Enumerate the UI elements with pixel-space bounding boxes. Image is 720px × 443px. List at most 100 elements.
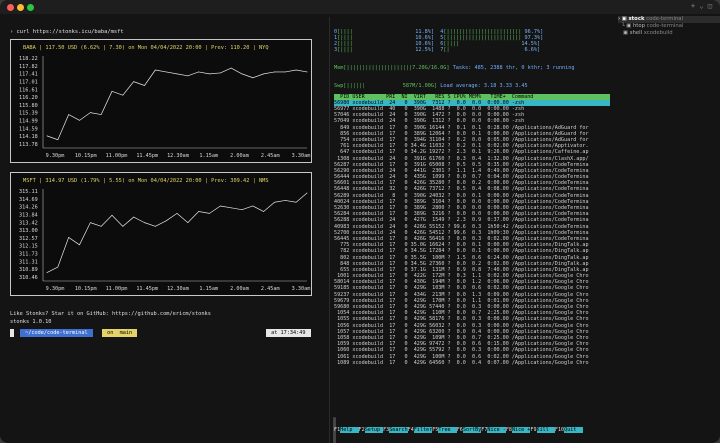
price-point — [230, 207, 232, 209]
fkey-label[interactable]: Nice + — [511, 427, 531, 433]
price-point — [57, 266, 59, 268]
price-point — [68, 114, 70, 115]
price-point — [165, 71, 167, 73]
price-point — [187, 75, 189, 77]
price-line-segment — [187, 71, 199, 77]
process-row[interactable]: 849 xcodebuild 17 0 390G 16144 ? 0.1 0.1… — [334, 125, 610, 131]
fkey-label[interactable]: Nice - — [487, 427, 506, 433]
price-line-segment — [155, 220, 167, 227]
price-line-segment — [122, 81, 134, 96]
y-tick-label: 113.78 — [19, 142, 38, 148]
price-point — [133, 216, 135, 218]
process-row[interactable]: 1308 xcodebuild 24 0 391G 61760 ? 0.3 0.… — [334, 156, 610, 162]
process-row[interactable]: 59185 xcodebuild 17 0 429G 103M ? 0.0 0.… — [334, 285, 610, 291]
close-window-button[interactable] — [7, 4, 14, 11]
y-tick-label: 117.01 — [19, 79, 38, 85]
shell-prompt: ~/code/code-terminal on main at 17:34:49 — [10, 329, 326, 337]
x-tick-label: 1.15am — [199, 153, 218, 159]
price-point — [187, 222, 189, 224]
stonks-pane[interactable]: › curl https://stonks.icu/baba/msft BABA… — [10, 17, 336, 443]
x-tick-label: 3.30am — [292, 153, 311, 159]
fkey-f10[interactable]: F10 — [555, 427, 564, 433]
price-point — [89, 222, 91, 224]
process-row[interactable]: 1060 xcodebuild 17 0 429G 55792 ? 0.0 0.… — [334, 347, 610, 353]
y-tick-label: 311.31 — [19, 259, 38, 265]
y-tick-label: 115.80 — [19, 103, 38, 109]
process-row[interactable]: 647 xcodebuild 17 0 34.2G 19272 ? 2.3 0.… — [334, 149, 610, 155]
apple-icon — [10, 329, 14, 337]
process-row[interactable]: 1089 xcodebuild 17 0 429G 64560 ? 0.0 0.… — [334, 360, 610, 366]
fkey-label[interactable]: Quit — [564, 427, 583, 433]
title-bar: + ⌄ ◫ — [0, 0, 720, 14]
price-line-segment — [187, 211, 199, 223]
fkey-label[interactable]: Help — [340, 427, 359, 433]
fkey-label[interactable]: SortBy — [462, 427, 482, 433]
price-line-segment — [111, 214, 124, 227]
y-tick-label: 311.73 — [19, 252, 38, 258]
price-point — [176, 73, 178, 75]
price-line-segment — [176, 213, 189, 223]
process-row[interactable]: 56448 xcodebuild 32 0 426G 73712 ? 0.5 0… — [334, 186, 610, 192]
price-point — [219, 205, 221, 207]
fkey-label[interactable]: Kill — [536, 427, 555, 433]
price-line-segment — [166, 71, 178, 75]
session-sub: code-terminal — [646, 23, 684, 29]
fkey-label[interactable]: Filter — [413, 427, 433, 433]
price-line-segment — [144, 222, 156, 227]
process-row[interactable]: 56287 xcodebuild 17 0 391G 65008 ? 0.5 0… — [334, 162, 610, 168]
process-list[interactable]: 56977 xcodebuild 40 0 390G 1488 ? 0.0 0.… — [334, 106, 610, 366]
price-point — [219, 72, 221, 74]
curl-command: › curl https://stonks.icu/baba/msft — [10, 29, 124, 35]
fkey-label[interactable]: Setup — [364, 427, 384, 433]
zoom-window-button[interactable] — [27, 4, 34, 11]
x-tick-label: 2.00am — [230, 153, 249, 159]
price-line-segment — [79, 222, 91, 245]
process-row[interactable]: 802 xcodebuild 17 0 35.5G 100M ? 1.5 0.6… — [334, 255, 610, 261]
price-line-segment — [79, 112, 91, 121]
fkey-f9[interactable]: F9 — [530, 427, 536, 433]
price-point — [122, 94, 124, 96]
fkey-f4[interactable]: F4 — [408, 427, 414, 433]
fkey-label[interactable]: Tree — [438, 427, 457, 433]
price-point — [144, 85, 145, 86]
price-point — [241, 209, 243, 211]
x-tick-label: 2.00am — [230, 286, 249, 292]
prompt-path: ~/code/code-terminal — [20, 329, 93, 337]
swp-bar: Swp[|||||| 587M/1.00G] — [334, 83, 438, 89]
price-point — [263, 211, 265, 212]
price-point — [79, 119, 80, 121]
price-line-segment — [155, 69, 167, 73]
y-tick-label: 114.18 — [19, 134, 38, 140]
process-row[interactable]: 1056 xcodebuild 17 0 429G 56032 ? 0.0 0.… — [334, 323, 610, 329]
prompt-time: at 17:34:49 — [266, 329, 311, 337]
fkey-label[interactable]: Search — [389, 427, 408, 433]
price-point — [68, 237, 70, 238]
price-point — [122, 225, 124, 227]
fkey-f6[interactable]: F6 — [457, 427, 463, 433]
fkey-f2[interactable]: F2 — [359, 427, 365, 433]
process-row[interactable]: 59237 xcodebuild 17 0 434G 213M ? 0.0 1.… — [334, 292, 610, 298]
process-row[interactable]: 782 xcodebuild 17 0 34.5G 17284 ? 0.0 0.… — [334, 248, 610, 254]
htop-pane[interactable]: 0[|||| 11.8%] 4[||||||||||||||||||||||||… — [334, 17, 610, 443]
minimize-window-button[interactable] — [17, 4, 24, 11]
x-tick-label: 10.15pm — [75, 153, 97, 159]
process-row[interactable]: 848 xcodebuild 17 0 34.5G 27360 ? 0.0 0.… — [334, 261, 610, 267]
pane-divider[interactable] — [329, 17, 330, 443]
price-line-segment — [46, 266, 58, 273]
price-line-segment — [231, 207, 243, 211]
process-row[interactable]: 56289 xcodebuild 8 0 390G 24032 ? 0.0 0.… — [334, 193, 610, 199]
session-sub: code-terminal — [646, 16, 683, 22]
process-row[interactable]: 40983 xcodebuild 24 0 426G 55152 ? 99.6 … — [334, 224, 610, 230]
process-row[interactable]: 56288 xcodebuild 24 0 427G 1549 ? 2.3 0.… — [334, 217, 610, 223]
process-row[interactable]: 1055 xcodebuild 17 0 429G 58176 ? 0.0 0.… — [334, 316, 610, 322]
price-line-segment — [122, 216, 134, 227]
price-line-segment — [241, 205, 253, 211]
process-row[interactable]: 1061 xcodebuild 17 0 429G 100M ? 0.0 0.6… — [334, 354, 610, 360]
session-item-htop[interactable]: └ ▣ htop code-terminal — [618, 23, 720, 30]
window-controls[interactable]: + ⌄ ◫ — [691, 2, 712, 10]
tasks-text: Tasks: 485, 2388 thr, 0 kthr; 3 running — [452, 65, 575, 71]
x-tick-label: 9.30pm — [46, 286, 65, 292]
price-line-segment — [198, 71, 210, 75]
session-item-shell[interactable]: ▣ shell xcodebuild — [618, 30, 720, 37]
session-item-stock[interactable]: › ▣ stock code-terminal — [618, 16, 720, 23]
